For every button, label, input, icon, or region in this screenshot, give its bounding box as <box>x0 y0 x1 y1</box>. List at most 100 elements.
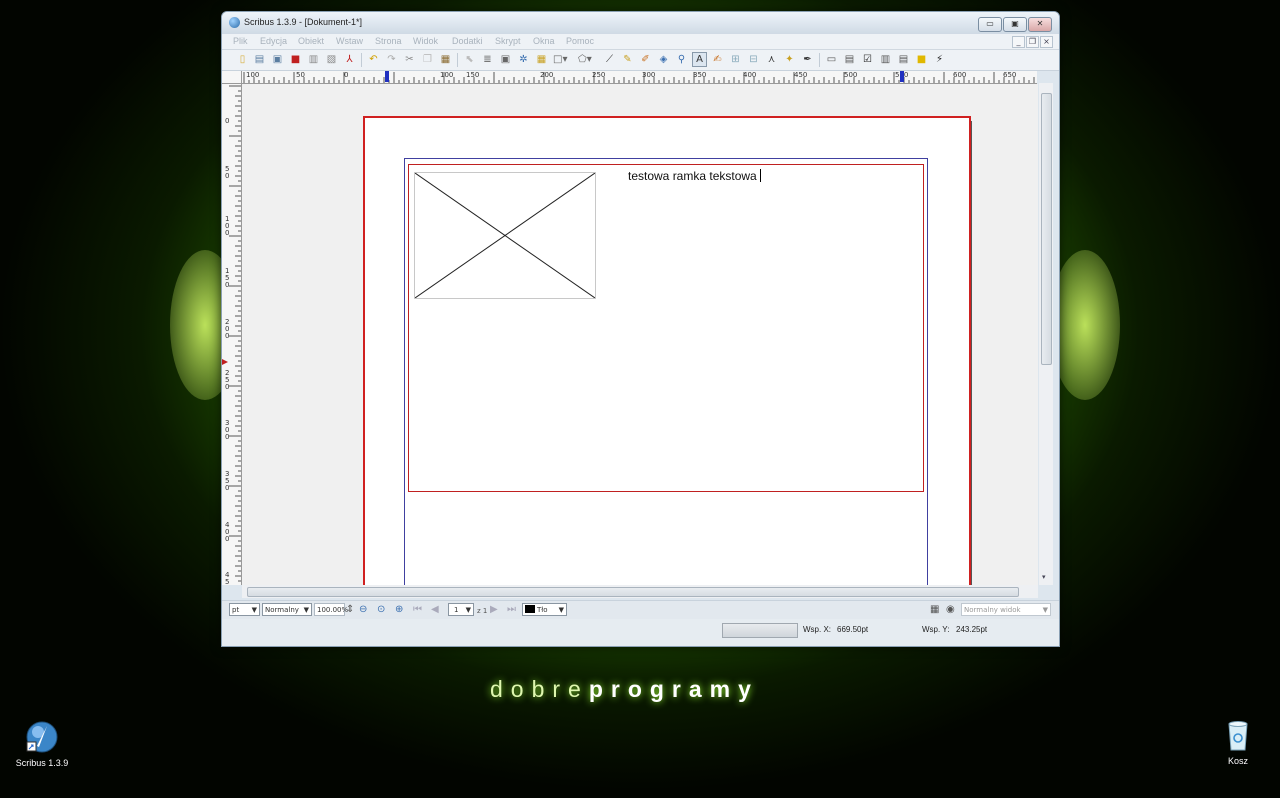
first-page-icon[interactable]: ⏮ <box>413 604 422 616</box>
mdi-restore-button[interactable]: ❐ <box>1026 36 1039 48</box>
last-page-icon[interactable]: ⏭ <box>507 604 516 616</box>
menu-edycja[interactable]: Edycja <box>260 36 287 46</box>
horizontal-scrollbar[interactable] <box>242 585 1038 598</box>
vertical-scroll-thumb[interactable] <box>1041 93 1052 365</box>
polygon-icon[interactable]: ⬠▾ <box>578 53 592 66</box>
scribus-window: Scribus 1.3.9 - [Dokument-1*] ▭ ▣ ✕ Plik… <box>221 11 1060 647</box>
pdf-checkbox-icon[interactable]: ☑ <box>861 53 874 66</box>
preview-eye-icon[interactable]: ◉ <box>946 604 955 616</box>
line-icon[interactable]: ⟋ <box>603 53 616 66</box>
document-page[interactable]: testowa ramka tekstowa <box>363 116 971 585</box>
empty-image-placeholder-icon <box>415 173 595 298</box>
next-page-icon[interactable]: ▶ <box>490 604 498 616</box>
ruler-margin-marker <box>385 71 389 82</box>
menu-strona[interactable]: Strona <box>375 36 402 46</box>
eyedropper-icon[interactable]: ✒ <box>801 53 814 66</box>
menu-dodatki[interactable]: Dodatki <box>452 36 483 46</box>
redo-icon[interactable]: ↷ <box>385 53 398 66</box>
mdi-close-button[interactable]: × <box>1040 36 1053 48</box>
ruler-label: 500 <box>844 71 858 79</box>
horizontal-scroll-thumb[interactable] <box>247 587 1019 597</box>
desktop-icon-label: Kosz <box>1227 756 1248 766</box>
maximize-button[interactable]: ▣ <box>1003 17 1027 32</box>
story-editor-icon[interactable]: ✍ <box>711 53 724 66</box>
zoom-input[interactable]: 100.00% <box>314 603 348 616</box>
pdf-link-icon[interactable]: ⚡ <box>933 53 946 66</box>
menu-obiekt[interactable]: Obiekt <box>298 36 324 46</box>
horizontal-ruler[interactable]: 100 50 0 100 150 200 250 300 350 400 450… <box>222 71 1037 84</box>
zoom-spin-icon[interactable]: ⇕ <box>346 604 354 616</box>
menu-pomoc[interactable]: Pomoc <box>566 36 594 46</box>
zoom-icon[interactable]: ⚲ <box>675 53 688 66</box>
select-icon[interactable]: ⬉ <box>463 53 476 66</box>
save-icon[interactable]: ▣ <box>271 53 284 66</box>
copy-icon[interactable]: ❐ <box>421 53 434 66</box>
ruler-label: 100 <box>440 71 454 79</box>
unlink-frames-icon[interactable]: ⊟ <box>747 53 760 66</box>
page-select[interactable]: 1 ▼ <box>448 603 474 616</box>
view-mode-select[interactable]: Normalny ▼ <box>262 603 312 616</box>
vertical-scrollbar[interactable]: ▾ <box>1039 83 1053 585</box>
scroll-down-icon[interactable]: ▾ <box>1042 573 1046 581</box>
view-toggle-icon[interactable]: ▦ <box>930 604 939 616</box>
vertical-ruler[interactable]: 0 5 0 1 0 0 1 5 0 2 0 0 2 5 0 3 0 0 3 5 … <box>222 83 242 585</box>
preview-mode-select[interactable]: Normalny widok ▼ <box>961 603 1051 616</box>
open-icon[interactable]: ▤ <box>253 53 266 66</box>
pdf-button-icon[interactable]: ▭ <box>825 53 838 66</box>
new-icon[interactable]: ▯ <box>236 53 249 66</box>
ruler-label: 600 <box>953 71 967 79</box>
preflight-icon[interactable]: ▧ <box>325 53 338 66</box>
edit-text-icon[interactable]: A <box>692 52 707 67</box>
chevron-down-icon: ▼ <box>1042 606 1048 614</box>
window-title: Scribus 1.3.9 - [Dokument-1*] <box>244 17 363 27</box>
desktop-icon-trash[interactable]: Kosz <box>1203 718 1273 766</box>
desktop-icon-scribus[interactable]: Scribus 1.3.9 <box>7 720 77 768</box>
print-icon[interactable]: ▥ <box>307 53 320 66</box>
ruler-margin-marker <box>900 71 904 82</box>
menu-okna[interactable]: Okna <box>533 36 555 46</box>
pdf-annotation-icon[interactable]: ■ <box>915 53 928 66</box>
zoom-in-icon[interactable]: ⊕ <box>395 604 403 616</box>
menu-plik[interactable]: Plik <box>233 36 248 46</box>
prev-page-icon[interactable]: ◀ <box>431 604 439 616</box>
ruler-label: 450 <box>794 71 808 79</box>
copy-properties-icon[interactable]: ✦ <box>783 53 796 66</box>
rotate-icon[interactable]: ◈ <box>657 53 670 66</box>
layer-select[interactable]: Tło ▼ <box>522 603 567 616</box>
layer-color-swatch <box>525 605 535 613</box>
cut-icon[interactable]: ✂ <box>403 53 416 66</box>
bezier-icon[interactable]: ✎ <box>621 53 634 66</box>
zoom-100-icon[interactable]: ⊙ <box>377 604 385 616</box>
undo-icon[interactable]: ↶ <box>367 53 380 66</box>
text-frame[interactable]: testowa ramka tekstowa <box>408 164 924 492</box>
table-icon[interactable]: ▦ <box>535 53 548 66</box>
image-frame[interactable] <box>414 172 596 299</box>
menu-skrypt[interactable]: Skrypt <box>495 36 521 46</box>
close-doc-icon[interactable]: ■ <box>289 53 302 66</box>
frame-text[interactable]: testowa ramka tekstowa <box>628 169 761 183</box>
shape-icon[interactable]: □▾ <box>553 53 567 66</box>
link-frames-icon[interactable]: ⊞ <box>729 53 742 66</box>
unit-select[interactable]: pt ▼ <box>229 603 260 616</box>
close-button[interactable]: ✕ <box>1028 17 1052 32</box>
pdf-textfield-icon[interactable]: ▤ <box>843 53 856 66</box>
paste-icon[interactable]: ▦ <box>439 53 452 66</box>
mdi-minimize-button[interactable]: _ <box>1012 36 1025 48</box>
document-canvas[interactable]: testowa ramka tekstowa <box>242 84 1038 585</box>
pdf-combobox-icon[interactable]: ▥ <box>879 53 892 66</box>
ruler-label: 3 5 0 <box>225 470 230 492</box>
render-frame-icon[interactable]: ✲ <box>517 53 530 66</box>
measure-icon[interactable]: ⋏ <box>765 53 778 66</box>
menu-wstaw[interactable]: Wstaw <box>336 36 363 46</box>
text-frame-icon[interactable]: ≣ <box>481 53 494 66</box>
freehand-icon[interactable]: ✐ <box>639 53 652 66</box>
menu-widok[interactable]: Widok <box>413 36 438 46</box>
title-bar[interactable]: Scribus 1.3.9 - [Dokument-1*] ▭ ▣ ✕ <box>222 12 1059 34</box>
minimize-button[interactable]: ▭ <box>978 17 1002 32</box>
ruler-label: 0 <box>225 117 230 125</box>
ruler-label: 200 <box>540 71 554 79</box>
image-frame-icon[interactable]: ▣ <box>499 53 512 66</box>
pdf-icon[interactable]: ⅄ <box>343 53 356 66</box>
pdf-listbox-icon[interactable]: ▤ <box>897 53 910 66</box>
zoom-out-icon[interactable]: ⊖ <box>359 604 367 616</box>
